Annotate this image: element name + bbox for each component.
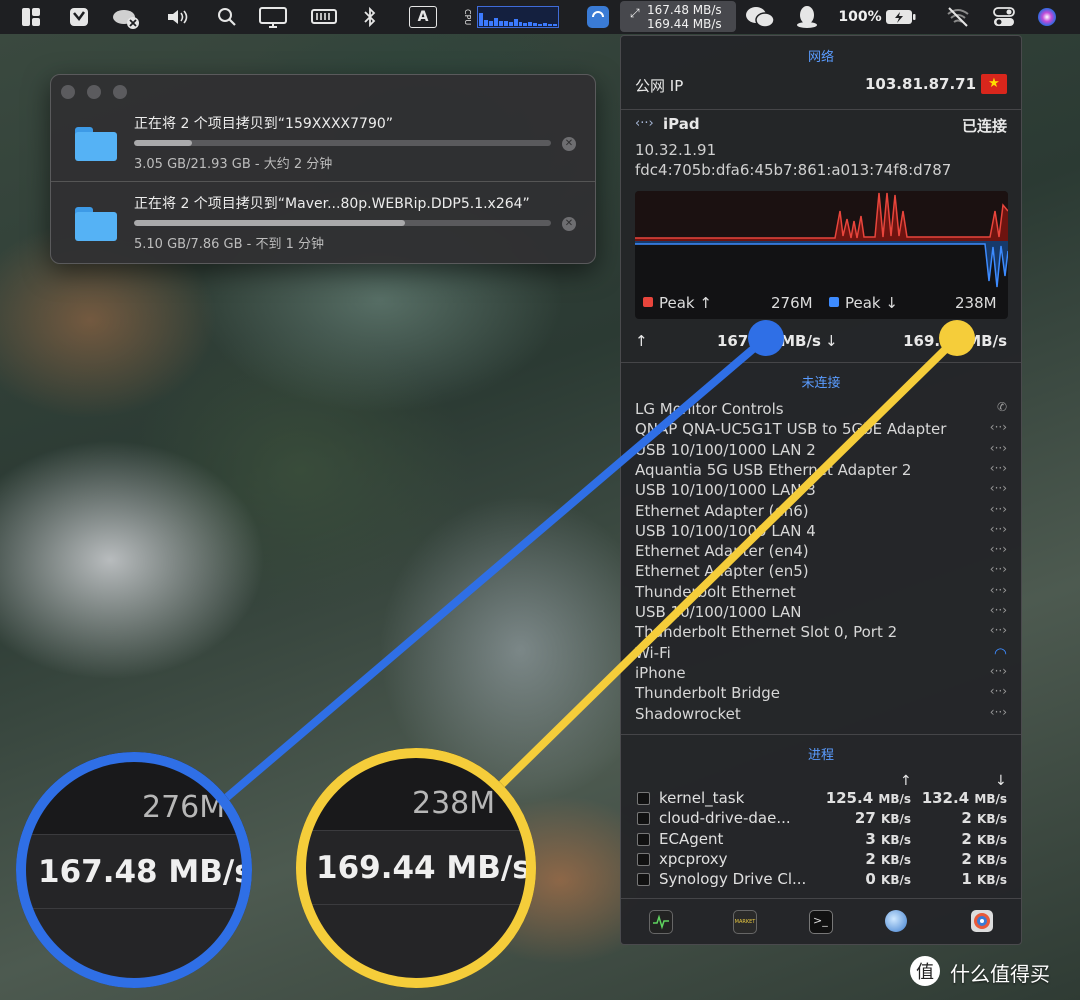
blue-connector-line — [223, 334, 769, 802]
blue-callout-dot — [748, 320, 784, 356]
blue-magnifier-ring — [16, 752, 252, 988]
svg-text:值: 值 — [916, 962, 934, 983]
yellow-connector-line — [495, 335, 960, 791]
yellow-callout-dot — [939, 320, 975, 356]
watermark-text: 什么值得买 — [950, 962, 1050, 986]
yellow-magnifier-ring — [296, 748, 536, 988]
smzdm-logo-icon: 值 — [910, 956, 940, 986]
